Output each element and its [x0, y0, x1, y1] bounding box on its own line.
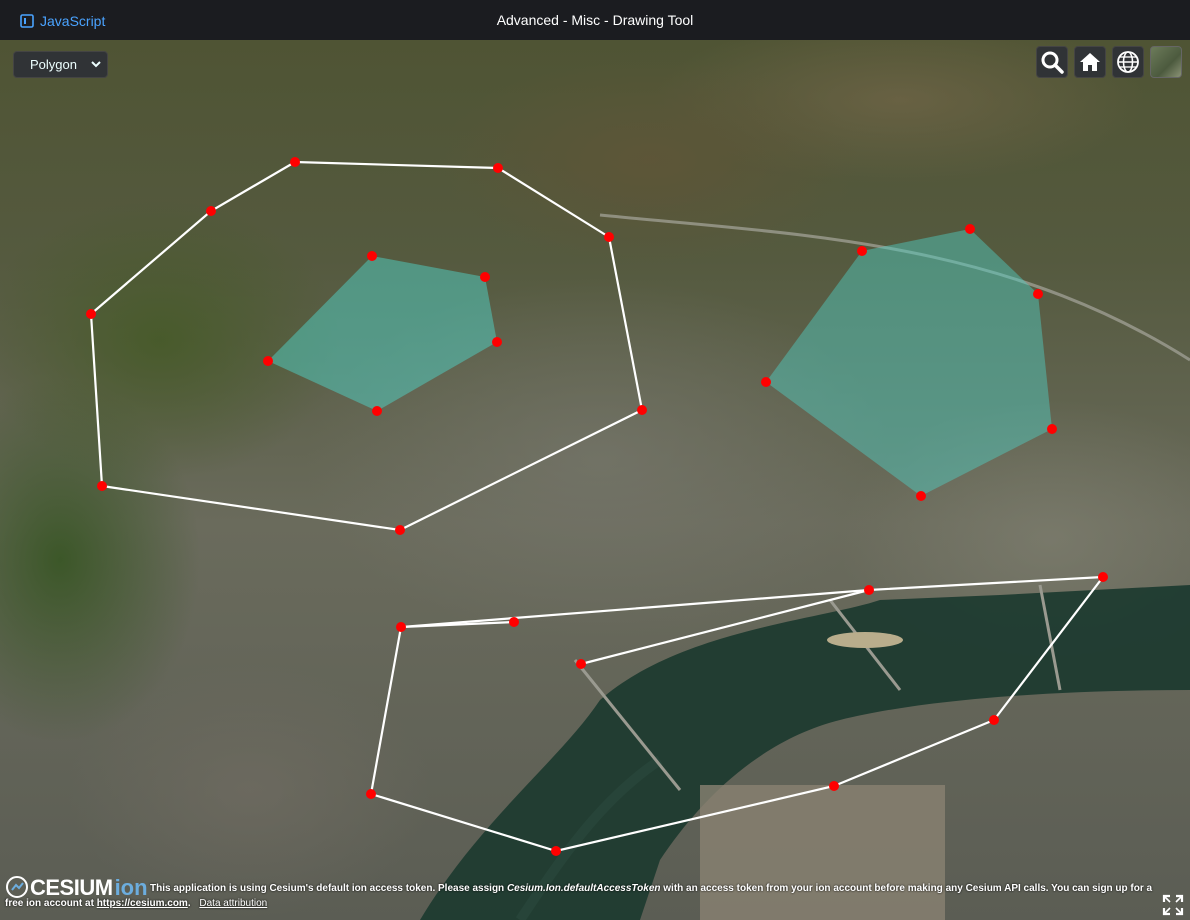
- drawn-point: [290, 157, 300, 167]
- drawn-point: [916, 491, 926, 501]
- token-warning-code: Cesium.Ion.defaultAccessToken: [506, 883, 661, 894]
- home-button[interactable]: [1074, 46, 1106, 78]
- drawn-point: [509, 617, 519, 627]
- top-header-bar: JavaScript Advanced - Misc - Drawing Too…: [0, 0, 1190, 40]
- drawn-point: [829, 781, 839, 791]
- chevron-down-icon: [91, 61, 101, 68]
- drawn-point: [761, 377, 771, 387]
- drawn-point: [372, 406, 382, 416]
- drawn-polygon-1: [268, 256, 497, 411]
- viewer-toolbar: [1036, 46, 1182, 78]
- draw-mode-value: Polygon: [30, 57, 77, 72]
- drawn-point: [396, 622, 406, 632]
- search-icon: [1041, 51, 1064, 74]
- drawn-point: [367, 251, 377, 261]
- cesium-ion-logo[interactable]: CESIUM ion: [6, 876, 148, 898]
- drawn-point: [989, 715, 999, 725]
- credits-bar: CESIUM ion This application is using Ces…: [0, 874, 1190, 920]
- drawn-point: [366, 789, 376, 799]
- page-title: Advanced - Misc - Drawing Tool: [496, 12, 694, 28]
- drawn-point: [1033, 289, 1043, 299]
- base-layer-picker-button[interactable]: [1150, 46, 1182, 78]
- draw-mode-select[interactable]: Polygon: [13, 51, 108, 78]
- drawn-point: [492, 337, 502, 347]
- data-attribution-link[interactable]: Data attribution: [199, 898, 267, 909]
- cesium-logo-icon: [6, 876, 28, 898]
- drawn-point: [576, 659, 586, 669]
- drawn-point: [480, 272, 490, 282]
- drawn-point: [604, 232, 614, 242]
- river-island: [827, 632, 903, 648]
- drawn-point: [97, 481, 107, 491]
- signup-text-end: .: [187, 898, 191, 909]
- drawn-point: [637, 405, 647, 415]
- imagery-picker-icon: [1153, 49, 1179, 75]
- drawn-point: [206, 206, 216, 216]
- drawn-point: [493, 163, 503, 173]
- drawn-point: [965, 224, 975, 234]
- cesium-logo-ion: ion: [114, 874, 148, 900]
- token-warning-text: This application is using Cesium's defau…: [150, 883, 507, 894]
- globe-icon: [1117, 51, 1139, 73]
- signup-text: free ion account at: [5, 898, 97, 909]
- drawn-point: [857, 246, 867, 256]
- drawn-point: [395, 525, 405, 535]
- geocoder-search-button[interactable]: [1036, 46, 1068, 78]
- token-warning-line1: This application is using Cesium's defau…: [150, 882, 1152, 895]
- cesium-logo-text: CESIUM: [30, 874, 113, 900]
- cesium-map-viewport[interactable]: Polygon CESIUM ion This application is u…: [0, 40, 1190, 920]
- drawn-point: [864, 585, 874, 595]
- map-drawing-layer: [86, 157, 1190, 920]
- fullscreen-icon[interactable]: [1162, 894, 1184, 916]
- drawn-point: [86, 309, 96, 319]
- home-icon: [1080, 53, 1100, 71]
- drawn-point: [1098, 572, 1108, 582]
- token-warning-text-end: with an access token from your ion accou…: [660, 883, 1153, 894]
- scene-mode-button[interactable]: [1112, 46, 1144, 78]
- drawn-polygon-2: [766, 229, 1052, 496]
- drawn-point: [1047, 424, 1057, 434]
- drawn-point: [263, 356, 273, 366]
- drawn-point: [551, 846, 561, 856]
- cesium-link[interactable]: https://cesium.com: [97, 898, 188, 909]
- token-warning-line2: free ion account at https://cesium.com. …: [5, 897, 267, 910]
